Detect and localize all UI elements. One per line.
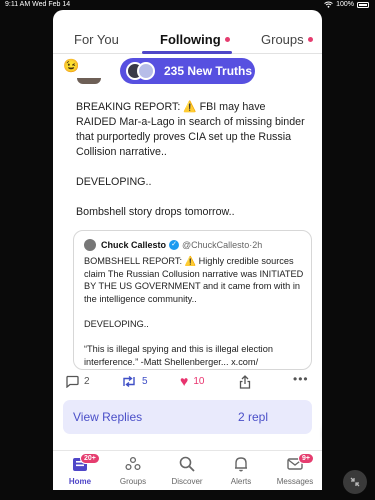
nav-groups-label: Groups [119, 477, 147, 486]
like-count: 10 [193, 375, 205, 387]
quote-author-avatar[interactable] [84, 239, 96, 251]
quote-header: Chuck Callesto ✓ @ChuckCallesto · 2h [84, 239, 262, 251]
quote-time: 2h [252, 240, 263, 250]
emoji-avatar-icon[interactable]: 😉 [63, 58, 79, 74]
nav-messages-icon-wrap: 9+ [268, 453, 322, 477]
tab-groups[interactable]: Groups [261, 32, 313, 47]
collapse-button[interactable] [343, 470, 367, 494]
nav-messages-label: Messages [276, 477, 314, 486]
pill-avatars [126, 61, 160, 81]
reply-button[interactable]: 2 [65, 375, 90, 388]
feed-tabs: For You Following Groups [53, 10, 322, 54]
view-replies-button[interactable]: View Replies 2 repl [63, 400, 312, 434]
view-replies-count: 2 repl [238, 410, 269, 424]
heart-icon: ♥ [180, 373, 189, 389]
retruth-icon [123, 375, 135, 388]
nav-messages[interactable]: 9+ Messages [268, 453, 322, 486]
battery-percent: 100% [336, 1, 354, 8]
status-right: 100% [324, 1, 369, 8]
status-time: 9:11 AM Wed Feb 14 [5, 1, 71, 8]
tab-groups-dot [307, 37, 313, 42]
wifi-icon [324, 1, 333, 8]
tab-groups-label: Groups [261, 32, 304, 47]
nav-groups-icon-wrap [106, 455, 160, 477]
groups-icon [125, 456, 141, 471]
collapse-arrows-icon [350, 477, 360, 487]
more-options-icon[interactable]: ••• [293, 372, 309, 386]
view-replies-label: View Replies [73, 410, 143, 424]
bottom-nav: 20+ Home Groups Discover Alerts 9+ Messa… [53, 450, 322, 490]
status-bar: 9:11 AM Wed Feb 14 100% [0, 0, 375, 10]
verified-badge-icon: ✓ [169, 240, 180, 250]
nav-alerts-icon-wrap [214, 455, 268, 477]
quoted-post-card[interactable]: Chuck Callesto ✓ @ChuckCallesto · 2h BOM… [73, 230, 312, 370]
tab-following[interactable]: Following [160, 32, 230, 47]
tab-for-you[interactable]: For You [74, 32, 119, 47]
quote-handle: @ChuckCallesto [182, 240, 250, 250]
nav-alerts-label: Alerts [230, 477, 252, 486]
bell-icon [235, 457, 247, 472]
nav-discover[interactable]: Discover [160, 455, 214, 486]
share-icon [239, 375, 251, 389]
post-text: BREAKING REPORT: ⚠️ FBI may have RAIDED … [76, 101, 305, 218]
quote-text: BOMBSHELL REPORT: ⚠️ Highly credible sou… [84, 256, 304, 367]
retruth-count: 5 [142, 376, 148, 387]
post-author-avatar[interactable] [77, 78, 101, 84]
new-truths-label: 235 New Truths [164, 64, 253, 78]
nav-home-icon-wrap: 20+ [53, 453, 107, 477]
new-truths-button[interactable]: 235 New Truths [120, 58, 255, 84]
nav-groups[interactable]: Groups [106, 455, 160, 486]
pill-avatar [137, 62, 155, 80]
nav-discover-label: Discover [171, 477, 203, 486]
search-icon [179, 456, 195, 472]
nav-alerts[interactable]: Alerts [214, 455, 268, 486]
nav-home-label: Home [68, 477, 92, 486]
reply-icon [66, 375, 79, 388]
home-badge: 20+ [80, 453, 100, 464]
app-sheet: For You Following Groups 😉 235 New Truth… [53, 10, 322, 490]
nav-discover-icon-wrap [160, 455, 214, 477]
messages-badge: 9+ [298, 453, 314, 464]
tab-following-dot [224, 37, 230, 42]
tab-following-label: Following [160, 32, 221, 47]
post-actions: 2 5 ♥ 10 ••• [53, 372, 322, 394]
nav-home[interactable]: 20+ Home [53, 453, 107, 486]
share-button[interactable] [239, 375, 251, 389]
like-button[interactable]: ♥ 10 [180, 373, 205, 389]
reply-count: 2 [84, 376, 90, 387]
battery-icon [357, 1, 369, 8]
retruth-button[interactable]: 5 [121, 375, 148, 388]
quote-author-name[interactable]: Chuck Callesto [101, 240, 166, 250]
active-tab-indicator [142, 51, 232, 54]
